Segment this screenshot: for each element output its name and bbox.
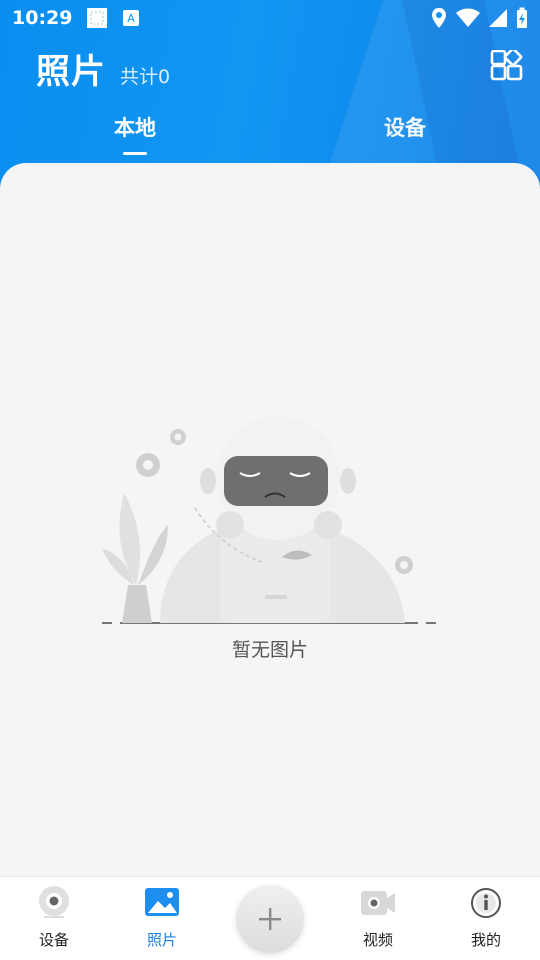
- battery-charging-icon: [517, 7, 527, 28]
- tab-bar: 本地 设备: [0, 112, 540, 160]
- nav-mine[interactable]: 我的: [432, 885, 540, 950]
- keyboard-a-icon: A: [123, 10, 140, 26]
- camera-device-icon: [39, 886, 69, 918]
- nav-photos[interactable]: 照片: [108, 885, 216, 950]
- status-bar: 10:29 A: [0, 0, 540, 36]
- nav-videos-label: 视频: [362, 931, 393, 949]
- tab-local[interactable]: 本地: [75, 112, 195, 142]
- nav-devices-label: 设备: [38, 931, 69, 949]
- page-title: 照片: [36, 52, 106, 92]
- add-button[interactable]: [236, 885, 304, 953]
- video-icon: [361, 891, 395, 915]
- wifi-icon: [456, 8, 480, 27]
- status-time: 10:29: [12, 7, 73, 29]
- empty-robot-illustration: [102, 416, 436, 624]
- grid-view-icon[interactable]: [490, 50, 524, 84]
- screenshot-notification-icon: [87, 8, 108, 28]
- plus-icon: [259, 908, 281, 930]
- active-tab-indicator: [123, 152, 147, 155]
- tab-device[interactable]: 设备: [345, 112, 465, 142]
- nav-devices[interactable]: 设备: [0, 885, 108, 950]
- photo-icon: [145, 888, 179, 916]
- svg-text:A: A: [128, 12, 136, 25]
- empty-message: 暂无图片: [231, 639, 308, 661]
- title-row: 照片 共计0: [36, 44, 170, 93]
- nav-photos-label: 照片: [146, 931, 177, 949]
- location-icon: [432, 8, 446, 28]
- info-icon: [471, 888, 501, 918]
- photo-count: 共计0: [120, 66, 171, 88]
- nav-mine-label: 我的: [470, 931, 501, 949]
- bottom-navigation: 设备 照片 视频 我的: [0, 876, 540, 960]
- photo-list-area[interactable]: 暂无图片: [0, 163, 540, 875]
- nav-videos[interactable]: 视频: [324, 885, 432, 950]
- signal-icon: [489, 9, 507, 27]
